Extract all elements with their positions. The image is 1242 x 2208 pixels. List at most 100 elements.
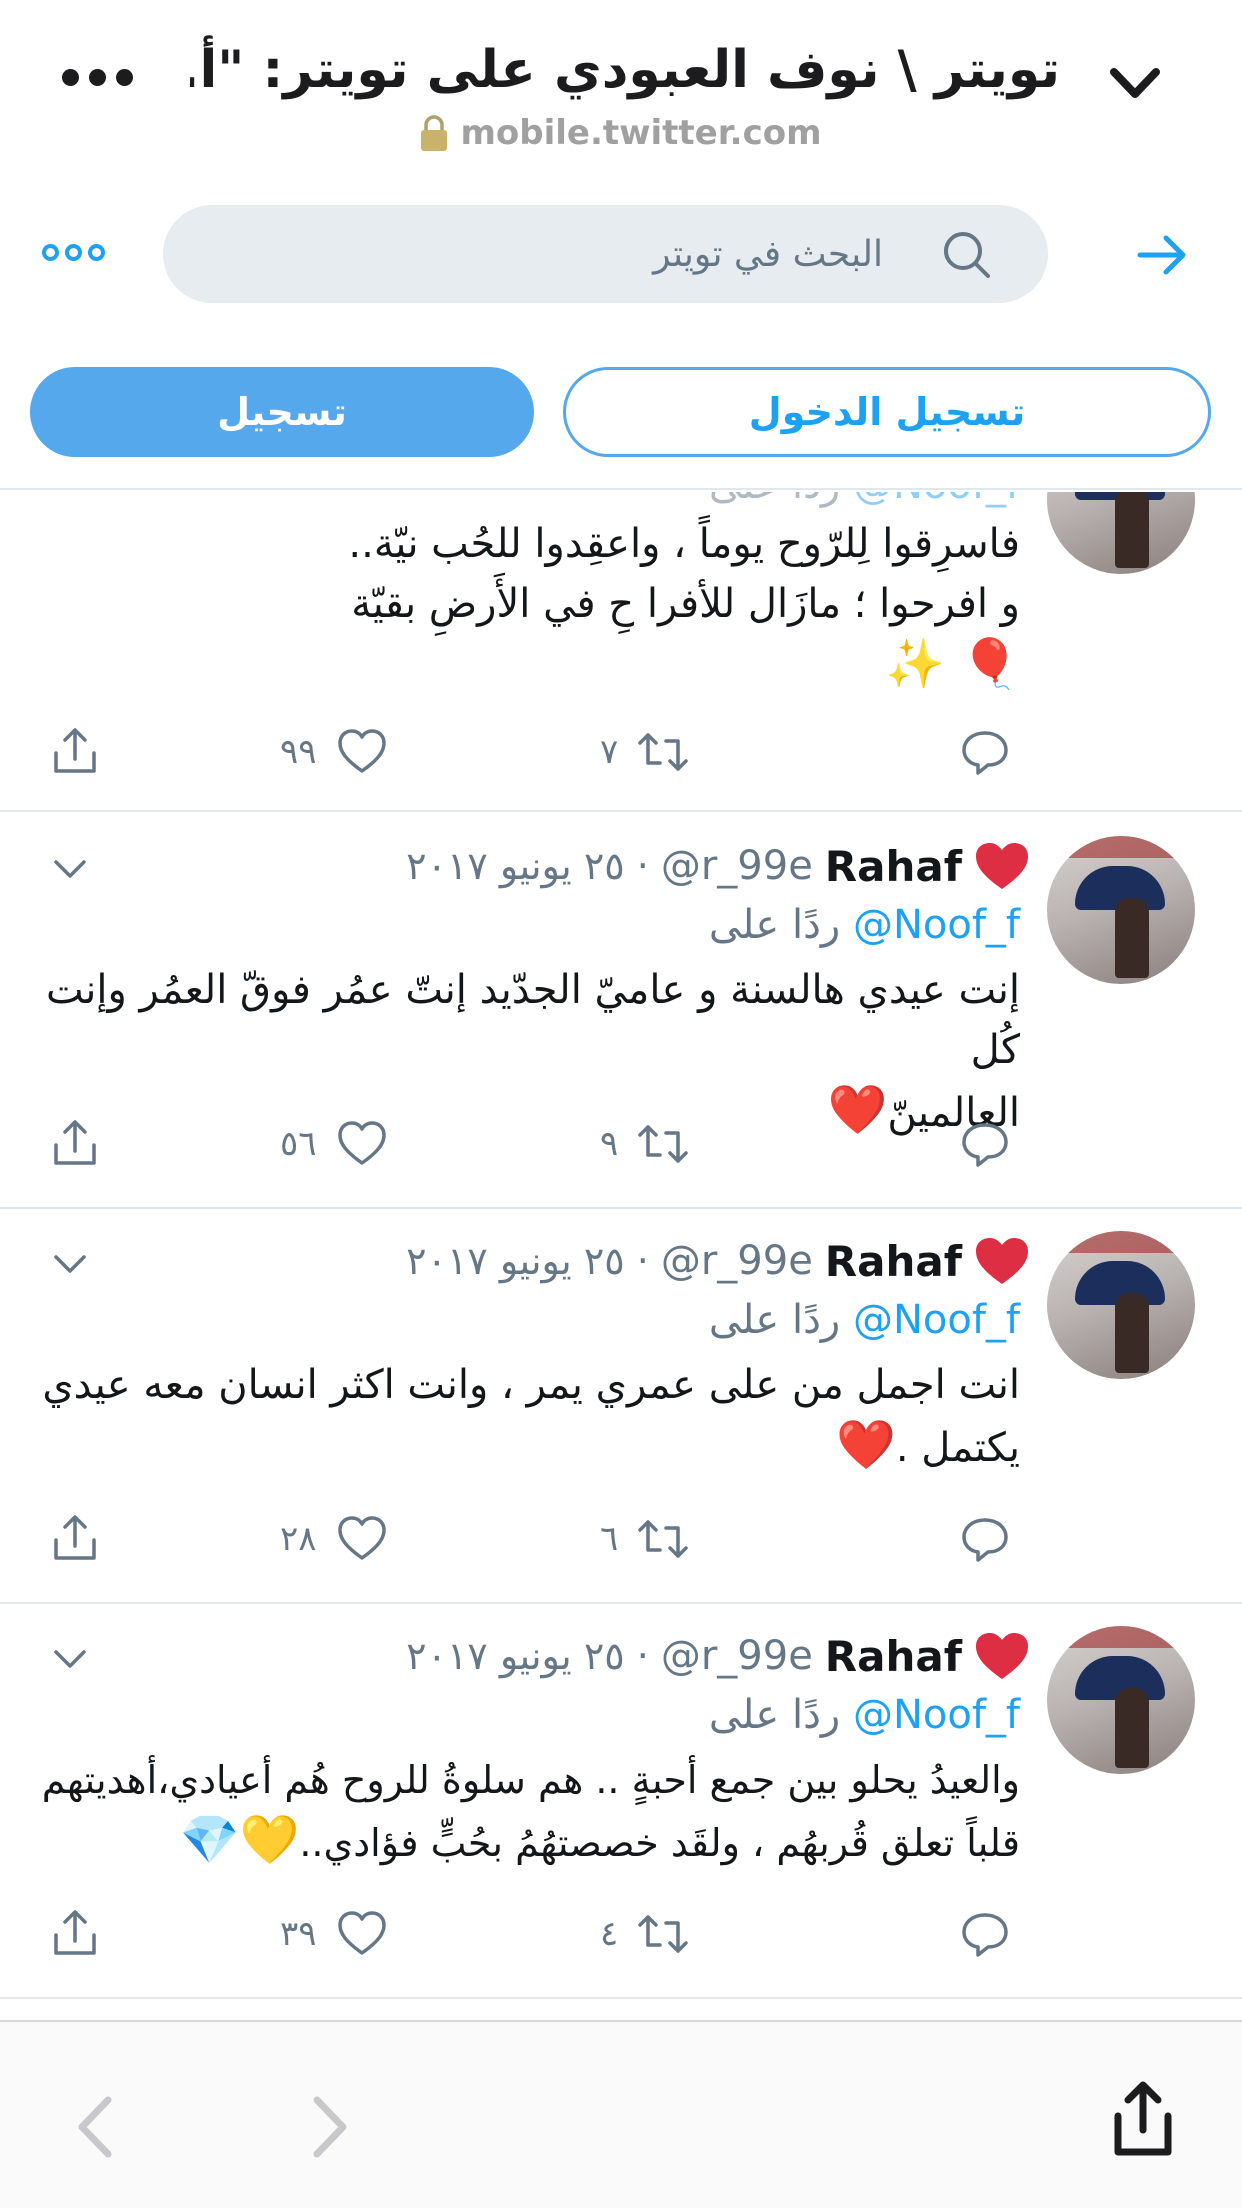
avatar[interactable]: [1047, 1626, 1195, 1774]
heart-emoji-icon: [976, 1633, 1028, 1679]
timeline: ردًا على @Noof_f فاسرِقوا لِلرّوح يوماً …: [0, 492, 1242, 2020]
chevron-down-icon[interactable]: [50, 1644, 90, 1674]
reply-user-link[interactable]: @Noof_f: [853, 1297, 1020, 1343]
tweet-text-line: والعيدُ يحلو بين جمع أحبةٍ .. هم سلوةُ ل…: [41, 1758, 1020, 1802]
chevron-down-icon[interactable]: [50, 1249, 90, 1279]
reply-action[interactable]: [958, 1114, 1012, 1174]
login-button[interactable]: تسجيل الدخول: [563, 367, 1211, 457]
like-count: ٥٦: [280, 1124, 317, 1164]
retweet-action[interactable]: ٤: [600, 1904, 690, 1964]
user-handle[interactable]: @r_99e: [661, 1633, 813, 1679]
like-icon: [337, 1121, 386, 1165]
user-handle[interactable]: @r_99e: [661, 1238, 813, 1284]
tweet[interactable]: · ٢٥ يونيو ٢٠١٧ @r_99e Rahaf ردًا على @N…: [0, 1209, 1242, 1604]
tweet-header: · ٢٥ يونيو ٢٠١٧ @r_99e Rahaf: [330, 1231, 1030, 1291]
more-options-icon[interactable]: [62, 52, 152, 102]
tweet-text: فاسرِقوا لِلرّوح يوماً ، واعقِدوا للحُب …: [40, 514, 1020, 694]
tweet-emoji: 💛💎: [179, 1812, 300, 1868]
share-icon[interactable]: [1108, 2080, 1178, 2160]
like-action[interactable]: ٣٩: [280, 1904, 389, 1964]
tweet-text-line-end: قلباً تعلق قُربهُم ، ولقَد خصصتهُمُ بحُب…: [299, 1821, 1020, 1865]
reply-user-link[interactable]: @Noof_f: [853, 902, 1020, 948]
url-bar[interactable]: mobile.twitter.com: [300, 108, 940, 158]
share-action[interactable]: [48, 722, 102, 782]
like-action[interactable]: ٢٨: [280, 1509, 389, 1569]
retweet-icon: [638, 1125, 689, 1163]
chevron-down-icon[interactable]: [1100, 52, 1170, 112]
search-input[interactable]: [223, 205, 883, 303]
tweet-text: انت اجمل من على عمري يمر ، وانت اكثر انس…: [40, 1355, 1020, 1478]
user-name[interactable]: Rahaf: [825, 842, 962, 891]
like-count: ٢٨: [280, 1519, 317, 1559]
retweet-icon: [638, 733, 689, 771]
retweet-count: ٤: [600, 1914, 619, 1954]
more-menu-icon[interactable]: [42, 232, 112, 272]
tweet-text-line: فاسرِقوا لِلرّوح يوماً ، واعقِدوا للحُب …: [348, 521, 1020, 567]
search-box[interactable]: [163, 205, 1048, 303]
like-action[interactable]: ٩٩: [280, 722, 389, 782]
reply-label: ردًا على: [708, 902, 841, 948]
reply-to: ردًا على @Noof_f: [500, 902, 1020, 958]
share-icon: [54, 1120, 96, 1165]
retweet-action[interactable]: ٧: [600, 722, 690, 782]
reply-icon: [962, 1123, 1008, 1167]
reply-to: ردًا على @Noof_f: [500, 1297, 1020, 1353]
back-arrow-icon[interactable]: [70, 2092, 120, 2162]
tweet-actions: ٩ ٥٦: [0, 1114, 1242, 1174]
twitter-header: تسجيل تسجيل الدخول: [0, 175, 1242, 490]
tweet[interactable]: · ٢٥ يونيو ٢٠١٧ @r_99e Rahaf ردًا على @N…: [0, 1604, 1242, 1999]
forward-arrow-icon[interactable]: [305, 2092, 355, 2162]
reply-action[interactable]: [958, 722, 1012, 782]
tweet-date[interactable]: · ٢٥ يونيو ٢٠١٧: [406, 1634, 649, 1678]
url-text: mobile.twitter.com: [460, 113, 822, 153]
like-icon: [337, 1911, 386, 1955]
page-title: تويتر \ نوف العبودي على تويتر: "أ...: [190, 40, 1060, 100]
tweet-date[interactable]: · ٢٥ يونيو ٢٠١٧: [406, 1239, 649, 1283]
tweet-actions: ٤ ٣٩: [0, 1904, 1242, 1964]
share-action[interactable]: [48, 1904, 102, 1964]
share-action[interactable]: [48, 1114, 102, 1174]
retweet-count: ٩: [600, 1124, 619, 1164]
arrow-right-icon[interactable]: [1132, 225, 1192, 285]
page: تويتر \ نوف العبودي على تويتر: "أ... mob…: [0, 0, 1242, 2208]
reply-label: ردًا على: [708, 1297, 841, 1343]
user-handle[interactable]: @r_99e: [661, 843, 813, 889]
retweet-action[interactable]: ٦: [600, 1509, 690, 1569]
reply-action[interactable]: [958, 1904, 1012, 1964]
tweet-text-line-end: يكتمل .: [895, 1425, 1020, 1471]
chevron-down-icon[interactable]: [50, 854, 90, 884]
tweet-text: والعيدُ يحلو بين جمع أحبةٍ .. هم سلوةُ ل…: [40, 1750, 1020, 1873]
share-action[interactable]: [48, 1509, 102, 1569]
reply-user-link[interactable]: @Noof_f: [853, 1692, 1020, 1738]
reply-action[interactable]: [958, 1509, 1012, 1569]
avatar[interactable]: [1047, 492, 1195, 574]
reply-user-link[interactable]: @Noof_f: [853, 492, 1020, 508]
retweet-icon: [638, 1520, 689, 1558]
tweet[interactable]: · ٢٥ يونيو ٢٠١٧ @r_99e Rahaf ردًا على @N…: [0, 814, 1242, 1209]
signup-button[interactable]: تسجيل: [30, 367, 534, 457]
like-action[interactable]: ٥٦: [280, 1114, 389, 1174]
reply-label: ردًا على: [709, 492, 840, 508]
retweet-action[interactable]: ٩: [600, 1114, 690, 1174]
avatar[interactable]: [1047, 1231, 1195, 1379]
reply-icon: [962, 1913, 1008, 1957]
tweet[interactable]: ردًا على @Noof_f فاسرِقوا لِلرّوح يوماً …: [0, 492, 1242, 812]
tweet-date[interactable]: · ٢٥ يونيو ٢٠١٧: [406, 844, 649, 888]
tweet-text-line: يكتمل .❤️: [40, 1415, 1020, 1478]
tweet-emoji: 🎈 ✨: [885, 636, 1020, 692]
share-icon: [54, 1910, 96, 1955]
tweet-header: · ٢٥ يونيو ٢٠١٧ @r_99e Rahaf: [330, 836, 1030, 896]
tweet-text-line: انت اجمل من على عمري يمر ، وانت اكثر انس…: [42, 1362, 1020, 1408]
lock-icon: [421, 115, 448, 151]
heart-emoji-icon: [976, 843, 1028, 889]
retweet-count: ٦: [600, 1519, 619, 1559]
tweet-header: · ٢٥ يونيو ٢٠١٧ @r_99e Rahaf: [330, 1626, 1030, 1686]
tweet-actions: ٧ ٩٩: [0, 722, 1242, 782]
retweet-icon: [638, 1915, 689, 1953]
user-name[interactable]: Rahaf: [825, 1237, 962, 1286]
tweet-text-line: قلباً تعلق قُربهُم ، ولقَد خصصتهُمُ بحُب…: [40, 1810, 1020, 1873]
avatar[interactable]: [1047, 836, 1195, 984]
user-name[interactable]: Rahaf: [825, 1632, 962, 1681]
search-icon: [944, 232, 990, 278]
reply-icon: [962, 1518, 1008, 1562]
